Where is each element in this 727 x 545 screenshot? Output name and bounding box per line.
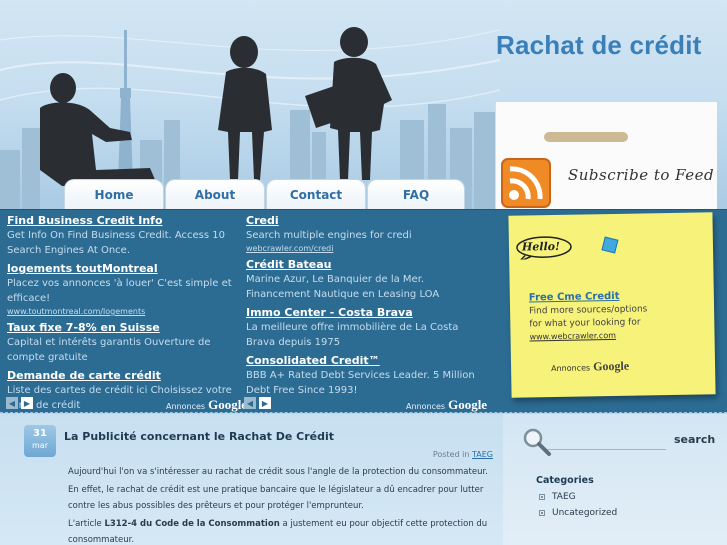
- search-button[interactable]: search: [674, 433, 715, 446]
- ad-column-left: Find Business Credit Info Get Info On Fi…: [7, 214, 239, 417]
- post-month: mar: [32, 441, 48, 450]
- bullet-icon: [539, 494, 545, 500]
- ad-title-link[interactable]: logements toutMontreal: [7, 262, 239, 276]
- hello-label: Hello!: [521, 239, 561, 254]
- post-date-badge: 31 mar: [24, 425, 56, 457]
- ad-item: Immo Center - Costa Brava La meilleure o…: [246, 306, 476, 350]
- prev-arrow-icon[interactable]: ◀: [6, 397, 18, 409]
- search-input[interactable]: [542, 430, 666, 450]
- subscribe-to-feed-link[interactable]: Subscribe to Feed: [568, 166, 714, 184]
- ad-description: Capital et intérêts garantis Ouverture d…: [7, 337, 211, 363]
- ad-description: Placez vos annonces 'à louer' C'est simp…: [7, 278, 232, 304]
- sticky-ad-url-link[interactable]: www.webcrawler.com: [529, 329, 659, 343]
- ad-description: Search multiple engines for credi: [246, 230, 412, 241]
- ad-title-link[interactable]: Immo Center - Costa Brava: [246, 306, 476, 320]
- search-box: search: [518, 427, 718, 456]
- next-arrow-icon[interactable]: ▶: [259, 397, 271, 409]
- next-arrow-icon[interactable]: ▶: [21, 397, 33, 409]
- ad-title-link[interactable]: Crédit Bateau: [246, 258, 476, 272]
- sticky-ad-description: Find more sources/options for what your …: [529, 304, 648, 330]
- ad-item: Credi Search multiple engines for credi …: [246, 214, 476, 254]
- category-label: Uncategorized: [552, 508, 618, 518]
- ad-item: Taux fixe 7-8% en Suisse Capital et inté…: [7, 321, 239, 365]
- google-logo: Google: [208, 397, 248, 412]
- post-category-link[interactable]: TAEG: [472, 450, 493, 459]
- ad-description: BBB A+ Rated Debt Services Leader. 5 Mil…: [246, 370, 475, 396]
- nav-tab-faq[interactable]: FAQ: [367, 179, 465, 209]
- ads-by-google-left[interactable]: Annonces Google: [166, 397, 247, 413]
- post-paragraph: L'article L312-4 du Code de la Consommat…: [68, 516, 498, 545]
- site-title[interactable]: Rachat de crédit: [496, 30, 702, 61]
- ad-title-link[interactable]: Find Business Credit Info: [7, 214, 239, 228]
- ads-by-label: Annonces: [551, 363, 591, 374]
- magnifier-icon: [523, 428, 551, 456]
- posted-in-label: Posted in: [432, 450, 470, 459]
- ad-item: logements toutMontreal Placez vos annonc…: [7, 262, 239, 317]
- post-paragraph: En effet, le rachat de crédit est une pr…: [68, 485, 484, 511]
- main-navigation: Home About Contact FAQ: [64, 179, 466, 209]
- tape-decoration: [544, 132, 628, 142]
- post-text-bold: L312-4 du Code de la Consommation: [104, 519, 280, 529]
- sidebar: search Categories TAEG Uncategorized: [503, 414, 727, 545]
- ad-description: Marine Azur, Le Banquier de la Mer. Fina…: [246, 274, 440, 300]
- post-paragraph: Aujourd'hui l'on va s'intéresser au rach…: [68, 467, 488, 477]
- pin-icon: [601, 236, 619, 254]
- ads-by-label: Annonces: [166, 402, 206, 411]
- main-content: 31 mar La Publicité concernant le Rachat…: [0, 414, 503, 545]
- sticky-note: Hello! Free Cme Credit Find more sources…: [508, 212, 716, 398]
- ad-description: La meilleure offre immobilière de La Cos…: [246, 322, 459, 348]
- ad-item: Crédit Bateau Marine Azur, Le Banquier d…: [246, 258, 476, 302]
- ad-title-link[interactable]: Demande de carte crédit: [7, 369, 239, 383]
- ads-by-google-right[interactable]: Annonces Google: [406, 397, 487, 413]
- nav-tab-contact[interactable]: Contact: [266, 179, 366, 209]
- ad-title-link[interactable]: Taux fixe 7-8% en Suisse: [7, 321, 239, 335]
- ad-description: Get Info On Find Business Credit. Access…: [7, 230, 226, 256]
- google-logo: Google: [593, 358, 630, 374]
- ad-item: Find Business Credit Info Get Info On Fi…: [7, 214, 239, 258]
- ad-title-link[interactable]: Credi: [246, 214, 476, 228]
- prev-arrow-icon[interactable]: ◀: [244, 397, 256, 409]
- post-day: 31: [33, 428, 47, 439]
- nav-tab-home[interactable]: Home: [64, 179, 164, 209]
- google-logo: Google: [448, 397, 488, 412]
- rss-feed-icon[interactable]: [498, 153, 556, 210]
- ads-by-google-sticky[interactable]: Annonces Google: [551, 359, 629, 375]
- ad-column-right: Credi Search multiple engines for credi …: [246, 214, 476, 402]
- category-item[interactable]: Uncategorized: [539, 508, 617, 518]
- post-title-link[interactable]: La Publicité concernant le Rachat De Cré…: [64, 430, 334, 443]
- categories-heading: Categories: [536, 475, 594, 486]
- ads-by-label: Annonces: [406, 402, 446, 411]
- posted-in: Posted in TAEG: [433, 450, 493, 459]
- ad-url-link[interactable]: webcrawler.com/credi: [246, 243, 476, 254]
- ad-pager-right: ◀ ▶: [244, 396, 274, 410]
- category-item[interactable]: TAEG: [539, 492, 576, 502]
- bullet-icon: [539, 510, 545, 516]
- ad-url-link[interactable]: www.toutmontreal.com/logements: [7, 306, 239, 317]
- post-body: Aujourd'hui l'on va s'intéresser au rach…: [68, 464, 498, 545]
- nav-tab-about[interactable]: About: [165, 179, 265, 209]
- ad-item: Consolidated Credit™ BBB A+ Rated Debt S…: [246, 354, 476, 398]
- ad-title-link[interactable]: Consolidated Credit™: [246, 354, 476, 368]
- category-label: TAEG: [552, 492, 576, 502]
- post-text: L'article: [68, 519, 102, 529]
- ad-pager-left: ◀ ▶: [6, 396, 36, 410]
- sticky-ad: Free Cme Credit Find more sources/option…: [529, 289, 660, 343]
